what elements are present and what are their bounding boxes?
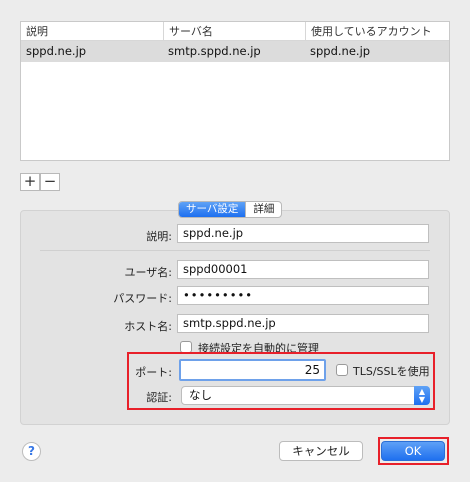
table-row[interactable]: sppd.ne.jp smtp.sppd.ne.jp sppd.ne.jp — [21, 41, 449, 62]
description-field[interactable]: sppd.ne.jp — [177, 224, 429, 243]
cell-account: sppd.ne.jp — [310, 44, 371, 58]
tls-ssl-checkbox[interactable] — [336, 364, 348, 376]
column-header-account[interactable]: 使用しているアカウント — [305, 22, 449, 41]
password-field[interactable]: ••••••••• — [177, 286, 429, 305]
settings-tabs: サーバ設定 詳細 — [178, 201, 283, 218]
tab-advanced[interactable]: 詳細 — [245, 202, 281, 217]
ok-button[interactable]: OK — [381, 441, 445, 461]
divider — [40, 250, 430, 251]
column-header-server-name[interactable]: サーバ名 — [163, 22, 305, 41]
smtp-server-table[interactable]: 説明 サーバ名 使用しているアカウント sppd.ne.jp smtp.sppd… — [20, 21, 450, 161]
auth-select[interactable]: なし ▲ ▼ — [181, 386, 430, 405]
chevron-up-down-icon: ▲ ▼ — [414, 386, 430, 405]
cancel-button[interactable]: キャンセル — [279, 441, 363, 461]
column-header-description[interactable]: 説明 — [21, 22, 163, 41]
port-label: ポート: — [135, 366, 172, 379]
cell-server-name: smtp.sppd.ne.jp — [168, 44, 261, 58]
table-header: 説明 サーバ名 使用しているアカウント — [21, 22, 449, 41]
host-label: ホスト名: — [124, 320, 172, 333]
host-field[interactable]: smtp.sppd.ne.jp — [177, 314, 429, 333]
cell-description: sppd.ne.jp — [26, 44, 87, 58]
tab-server-settings[interactable]: サーバ設定 — [179, 202, 246, 217]
username-label: ユーザ名: — [124, 266, 173, 279]
username-field[interactable]: sppd00001 — [177, 260, 429, 279]
remove-server-button[interactable]: − — [40, 173, 60, 191]
auth-label: 認証: — [146, 391, 172, 404]
description-label: 説明: — [146, 230, 172, 243]
tls-ssl-label[interactable]: TLS/SSLを使用 — [353, 363, 430, 379]
auth-select-value: なし — [189, 388, 212, 402]
port-field[interactable]: 25 — [179, 359, 326, 381]
add-server-button[interactable]: + — [20, 173, 40, 191]
help-button[interactable]: ? — [22, 442, 41, 461]
password-label: パスワード: — [113, 292, 172, 305]
